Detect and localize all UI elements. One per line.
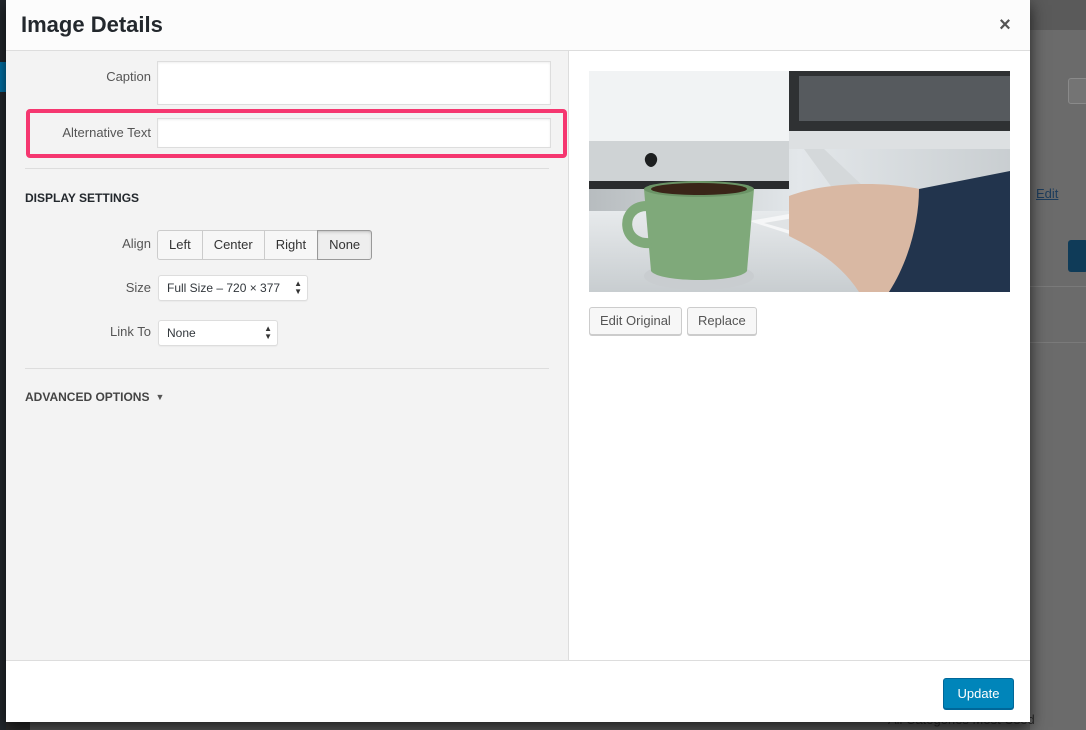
desk-photo	[589, 71, 1010, 292]
background-button	[1068, 78, 1086, 104]
replace-button[interactable]: Replace	[687, 307, 757, 335]
admin-background-right: Edit	[1030, 0, 1086, 730]
modal-footer: Update	[6, 660, 1030, 722]
align-center-button[interactable]: Center	[201, 230, 265, 260]
admin-background-bottom	[30, 722, 1030, 730]
caption-textarea[interactable]	[157, 61, 551, 105]
background-primary-button	[1068, 240, 1086, 272]
triangle-down-icon: ▼	[155, 392, 165, 402]
divider	[25, 368, 549, 369]
modal-title: Image Details	[21, 12, 163, 37]
modal-header: Image Details ×	[6, 0, 1030, 51]
background-divider	[1030, 286, 1086, 287]
size-select-value: Full Size – 720 × 377	[167, 281, 281, 295]
display-settings-heading: DISPLAY SETTINGS	[25, 191, 140, 205]
background-edit-link: Edit	[1036, 186, 1059, 201]
link-to-label: Link To	[110, 324, 151, 339]
align-button-group: Left Center Right None	[157, 230, 373, 260]
admin-panel	[1030, 30, 1086, 730]
size-select[interactable]: Full Size – 720 × 377 ▲ ▼	[158, 275, 308, 301]
chevron-updown-icon: ▲ ▼	[264, 324, 272, 341]
link-to-select[interactable]: None ▲ ▼	[158, 320, 278, 346]
chevron-updown-icon: ▲ ▼	[294, 279, 302, 296]
alt-text-label: Alternative Text	[62, 125, 151, 140]
align-left-button[interactable]: Left	[157, 230, 203, 260]
image-settings-pane: Caption Alternative Text DISPLAY SETTING…	[6, 51, 569, 660]
align-right-button[interactable]: Right	[263, 230, 319, 260]
advanced-options-label: ADVANCED OPTIONS	[25, 390, 150, 404]
link-to-select-value: None	[167, 326, 196, 340]
align-label: Align	[122, 236, 151, 251]
divider	[25, 168, 549, 169]
caption-label: Caption	[106, 69, 151, 84]
size-label: Size	[125, 280, 151, 295]
image-preview-pane: Edit Original Replace	[569, 51, 1030, 660]
close-icon[interactable]: ×	[994, 13, 1016, 37]
update-button[interactable]: Update	[943, 678, 1014, 709]
image-details-modal: Image Details × Caption Alternative Text…	[6, 0, 1030, 722]
image-preview	[589, 71, 1010, 292]
edit-original-button[interactable]: Edit Original	[589, 307, 682, 335]
alt-text-input[interactable]	[157, 118, 551, 148]
advanced-options-toggle[interactable]: ADVANCED OPTIONS ▼	[25, 390, 164, 404]
background-divider	[1030, 342, 1086, 343]
align-none-button[interactable]: None	[317, 230, 373, 260]
